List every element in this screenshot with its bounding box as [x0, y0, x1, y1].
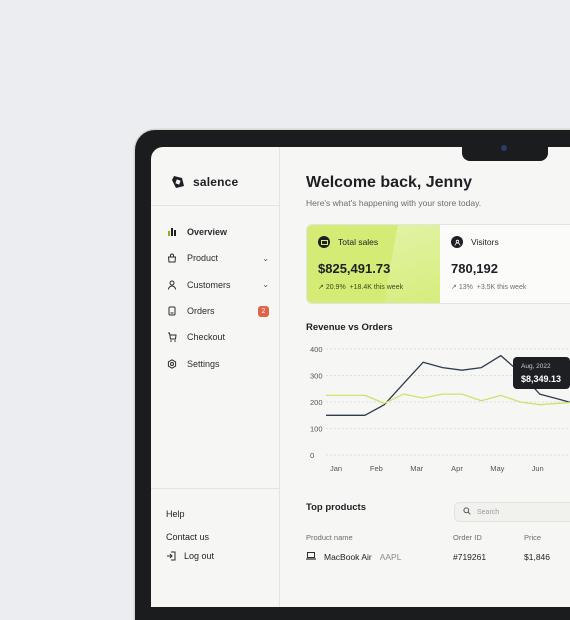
page-title: Welcome back, Jenny	[306, 174, 472, 191]
y-tick-label: 300	[310, 372, 323, 381]
x-tick-label: Jan	[330, 464, 342, 473]
app-screen: salence Overview Product ⌄ Customers ⌄ O…	[151, 147, 570, 607]
column-header-order-id: Order ID	[453, 533, 482, 542]
arrow-up-right-icon: ↗	[451, 284, 457, 291]
change-delta: +3.5K this week	[476, 284, 527, 291]
tooltip-date: Aug, 2022	[521, 363, 551, 370]
stats-cards: Total sales $825,491.73 ↗ 20.9% +18.4K t…	[306, 224, 570, 304]
bag-icon	[165, 251, 179, 265]
y-tick-label: 0	[310, 451, 314, 460]
sidebar: salence Overview Product ⌄ Customers ⌄ O…	[151, 147, 280, 607]
total-sales-value: $825,491.73	[318, 261, 391, 276]
column-header-product: Product name	[306, 533, 353, 542]
help-link[interactable]: Help	[166, 502, 209, 525]
column-header-price: Price	[524, 533, 542, 542]
chart-tooltip: Aug, 2022 $8,349.13	[513, 357, 570, 389]
wallet-icon	[318, 236, 330, 248]
total-sales-card[interactable]: Total sales $825,491.73 ↗ 20.9% +18.4K t…	[307, 225, 440, 303]
product-ticker: AAPL	[379, 552, 402, 562]
brand-logo[interactable]: salence	[171, 175, 238, 189]
card-change: ↗ 20.9% +18.4K this week	[318, 283, 403, 291]
cart-icon	[165, 330, 179, 344]
sidebar-divider	[151, 488, 279, 489]
visitors-card[interactable]: Visitors 780,192 ↗ 13% +3.5K this week	[440, 225, 570, 303]
card-label: Visitors	[471, 237, 499, 247]
change-delta: +18.4K this week	[349, 284, 404, 291]
user-icon	[165, 278, 179, 292]
tooltip-value: $8,349.13	[521, 374, 562, 384]
card-label: Total sales	[338, 237, 379, 247]
camera-icon	[501, 145, 507, 151]
logo-icon	[172, 176, 184, 188]
card-change: ↗ 13% +3.5K this week	[451, 283, 526, 291]
logout-label: Log out	[184, 551, 215, 561]
order-id-cell: #719261	[453, 552, 487, 562]
chart-title: Revenue vs Orders	[306, 322, 393, 333]
users-icon	[451, 236, 463, 248]
sidebar-item-label: Settings	[187, 358, 220, 369]
x-tick-label: Mar	[410, 464, 423, 473]
sidebar-item-orders[interactable]: Orders 2	[165, 298, 269, 324]
search-icon	[463, 507, 471, 517]
sidebar-item-label: Product	[187, 253, 219, 264]
y-tick-label: 200	[310, 398, 323, 407]
chevron-down-icon[interactable]: ⌄	[262, 254, 269, 263]
product-search-input[interactable]: Search	[454, 502, 570, 522]
contact-link[interactable]: Contact us	[166, 525, 209, 548]
product-name: MacBook Air	[324, 552, 372, 562]
laptop-icon	[306, 552, 316, 562]
arrow-up-right-icon: ↗	[318, 284, 324, 291]
gear-icon	[165, 357, 179, 371]
price-cell: $1,846	[524, 552, 550, 562]
x-tick-label: Apr	[451, 464, 463, 473]
search-placeholder: Search	[477, 508, 500, 516]
sidebar-item-label: Overview	[187, 227, 228, 238]
receipt-icon	[165, 304, 179, 318]
top-products-title: Top products	[306, 502, 366, 513]
sidebar-item-label: Orders	[187, 306, 215, 317]
sidebar-footer: Help Contact us	[166, 502, 209, 548]
x-tick-label: May	[490, 464, 504, 473]
table-row[interactable]: MacBook Air AAPL	[306, 552, 401, 562]
sidebar-item-product[interactable]: Product ⌄	[165, 245, 269, 271]
change-percent: 13%	[458, 284, 473, 291]
sidebar-item-label: Checkout	[187, 332, 226, 343]
change-percent: 20.9%	[325, 284, 346, 291]
logout-icon	[166, 551, 176, 561]
x-tick-label: Feb	[370, 464, 383, 473]
sidebar-divider	[151, 205, 279, 206]
main-content: Welcome back, Jenny Here's what's happen…	[306, 147, 570, 607]
y-tick-label: 100	[310, 425, 323, 434]
orders-count-badge: 2	[258, 305, 269, 317]
sidebar-item-label: Customers	[187, 279, 231, 290]
sidebar-nav: Overview Product ⌄ Customers ⌄ Orders 2 …	[165, 219, 269, 377]
sidebar-item-settings[interactable]: Settings	[165, 350, 269, 376]
sidebar-item-overview[interactable]: Overview	[165, 219, 269, 245]
sidebar-item-checkout[interactable]: Checkout	[165, 324, 269, 350]
visitors-value: 780,192	[451, 261, 498, 276]
logout-button[interactable]: Log out	[166, 551, 214, 561]
chevron-down-icon[interactable]: ⌄	[262, 280, 269, 289]
x-tick-label: Jun	[532, 464, 544, 473]
series-line-1	[326, 393, 570, 406]
brand-name: salence	[193, 175, 239, 189]
y-tick-label: 400	[310, 345, 323, 354]
page-subtitle: Here's what's happening with your store …	[306, 198, 482, 208]
sidebar-item-customers[interactable]: Customers ⌄	[165, 272, 269, 298]
bar-chart-icon	[165, 225, 179, 239]
